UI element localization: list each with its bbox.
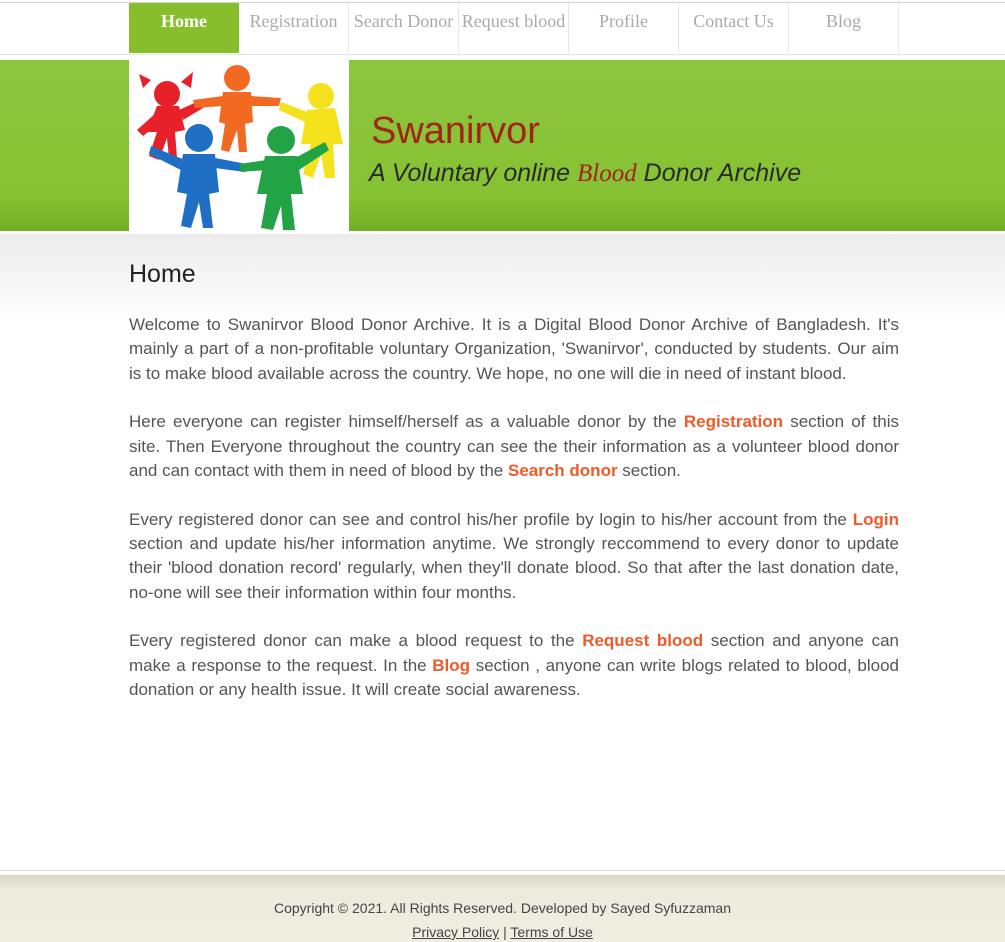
tagline-blood-word: Blood — [577, 160, 637, 187]
search-donor-link[interactable]: Search donor — [508, 461, 618, 480]
registration-paragraph: Here everyone can register himself/herse… — [129, 410, 899, 483]
main-content: Home Welcome to Swanirvor Blood Donor Ar… — [129, 260, 899, 727]
children-circle-logo-icon — [137, 65, 343, 230]
nav-item-blog[interactable]: Blog — [789, 3, 899, 53]
blog-link[interactable]: Blog — [432, 656, 470, 675]
page-title: Home — [129, 260, 196, 288]
request-paragraph: Every registered donor can make a blood … — [129, 629, 899, 702]
site-footer: Copyright © 2021. All Rights Reserved. D… — [0, 875, 1005, 942]
nav-item-contact-us[interactable]: Contact Us — [679, 3, 789, 53]
tagline-text-end: Donor Archive — [636, 159, 802, 187]
nav-item-search-donor[interactable]: Search Donor — [349, 3, 459, 53]
login-link[interactable]: Login — [853, 510, 899, 529]
nav-item-registration[interactable]: Registration — [239, 3, 349, 53]
nav-divider — [0, 54, 1005, 55]
site-header: Swanirvor A Voluntary online Blood Donor… — [0, 60, 1005, 234]
main-nav: Home Registration Search Donor Request b… — [129, 3, 899, 53]
tagline-text-start: A Voluntary online — [369, 159, 577, 187]
copyright-text: Copyright © 2021. All Rights Reserved. D… — [273, 900, 731, 916]
registration-link[interactable]: Registration — [684, 412, 783, 431]
paragraph-text: section. — [617, 460, 681, 480]
site-title: Swanirvor — [371, 110, 540, 152]
terms-of-use-link[interactable]: Terms of Use — [510, 924, 592, 940]
paragraph-text: Every registered donor can see and contr… — [129, 509, 853, 529]
footer-divider — [0, 870, 1005, 871]
paragraph-text: Every registered donor can make a blood … — [129, 631, 583, 651]
paragraph-text: Here everyone can register himself/herse… — [129, 412, 684, 432]
intro-paragraph: Welcome to Swanirvor Blood Donor Archive… — [129, 315, 899, 383]
footer-separator: | — [503, 924, 507, 940]
request-blood-link[interactable]: Request blood — [582, 631, 703, 650]
paragraph-text: section and update his/her information a… — [129, 534, 899, 602]
nav-item-request-blood[interactable]: Request blood — [459, 3, 569, 53]
site-tagline: A Voluntary online Blood Donor Archive — [369, 159, 801, 188]
nav-item-home[interactable]: Home — [129, 3, 239, 53]
privacy-policy-link[interactable]: Privacy Policy — [412, 924, 499, 940]
login-paragraph: Every registered donor can see and contr… — [129, 508, 899, 605]
nav-item-profile[interactable]: Profile — [569, 3, 679, 53]
footer-links: Privacy Policy | Terms of Use — [0, 924, 1005, 940]
site-logo — [129, 60, 349, 234]
